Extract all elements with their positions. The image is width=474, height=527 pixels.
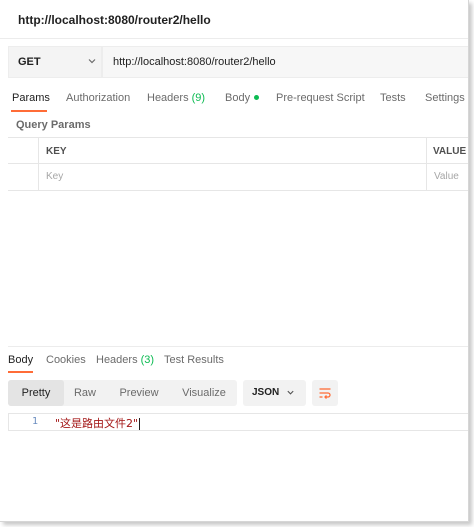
response-tab-body[interactable]: Body	[8, 354, 33, 366]
wrap-lines-icon	[319, 388, 331, 399]
tab-tests[interactable]: Tests	[380, 92, 406, 104]
headers-count: (9)	[191, 92, 206, 104]
view-visualize-button[interactable]: Visualize	[174, 380, 234, 406]
view-mode-group: Pretty Raw Preview Visualize	[8, 380, 237, 406]
response-body-text[interactable]: "这是路由文件2"	[55, 415, 141, 431]
tab-settings[interactable]: Settings	[425, 92, 465, 104]
params-table-top	[8, 137, 468, 138]
params-col-divider-2	[426, 137, 427, 191]
tab-authorization[interactable]: Authorization	[66, 92, 130, 104]
response-string: "这是路由文件2"	[55, 417, 139, 430]
header-divider	[0, 38, 468, 39]
method-label: GET	[18, 56, 41, 68]
response-tab-test-results[interactable]: Test Results	[164, 354, 224, 366]
tab-pre-request-script[interactable]: Pre-request Script	[276, 92, 365, 104]
tab-params-label: Params	[12, 92, 50, 104]
params-table-bottom	[8, 190, 468, 191]
tab-settings-label: Settings	[425, 92, 465, 104]
tab-params[interactable]: Params	[12, 92, 50, 104]
tab-headers[interactable]: Headers (9)	[147, 92, 205, 104]
value-input[interactable]: Value	[434, 171, 459, 182]
tab-authorization-label: Authorization	[66, 92, 131, 104]
format-select[interactable]: JSON	[243, 380, 306, 406]
response-body-underline	[8, 371, 33, 373]
params-table-divider	[8, 163, 468, 164]
tab-params-underline	[11, 110, 47, 112]
tab-tests-label: Tests	[380, 92, 406, 104]
response-tab-test-results-label: Test Results	[164, 354, 224, 366]
key-input[interactable]: Key	[46, 171, 63, 182]
view-pretty-button[interactable]: Pretty	[8, 380, 64, 406]
response-tab-cookies-label: Cookies	[46, 354, 86, 366]
body-indicator-dot	[254, 94, 260, 100]
wrap-lines-button[interactable]	[312, 380, 338, 406]
method-select[interactable]: GET	[8, 46, 102, 78]
chevron-down-icon	[88, 59, 96, 64]
query-params-title: Query Params	[16, 119, 91, 131]
url-text: http://localhost:8080/router2/hello	[113, 56, 276, 68]
line-number: 1	[32, 416, 39, 427]
view-raw-button[interactable]: Raw	[66, 380, 104, 406]
format-label: JSON	[252, 387, 280, 398]
tab-headers-label: Headers	[147, 92, 189, 104]
view-preview-button[interactable]: Preview	[112, 380, 166, 406]
value-column-header: VALUE	[433, 146, 467, 157]
response-tab-headers-label: Headers	[96, 354, 138, 366]
response-tab-cookies[interactable]: Cookies	[46, 354, 86, 366]
postman-window: http://localhost:8080/router2/hello GET …	[0, 0, 469, 522]
response-divider	[8, 346, 468, 347]
response-tab-headers[interactable]: Headers (3)	[96, 354, 154, 366]
request-title: http://localhost:8080/router2/hello	[18, 13, 211, 27]
tab-body[interactable]: Body	[225, 92, 260, 104]
response-headers-count: (3)	[140, 354, 155, 366]
tab-body-label: Body	[225, 92, 251, 104]
params-col-divider-1	[38, 137, 39, 191]
url-input[interactable]: http://localhost:8080/router2/hello	[102, 46, 468, 78]
tab-pre-request-label: Pre-request Script	[276, 92, 365, 104]
key-column-header: KEY	[46, 146, 67, 157]
response-tab-body-label: Body	[8, 354, 34, 366]
text-cursor	[139, 418, 141, 430]
chevron-down-icon	[287, 390, 294, 395]
